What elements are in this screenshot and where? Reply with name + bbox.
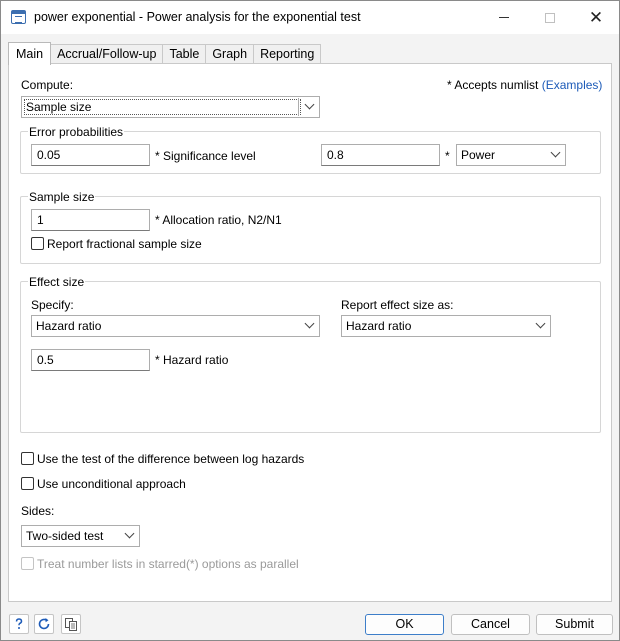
report-effect-size-select[interactable]: Hazard ratio <box>341 315 551 337</box>
fractional-sample-size-checkbox[interactable] <box>31 237 44 250</box>
log-hazards-checkbox[interactable] <box>21 452 34 465</box>
tab-bar: Main Accrual/Follow-up Table Graph Repor… <box>8 42 322 65</box>
effect-size-title: Effect size <box>28 275 86 289</box>
main-panel: Compute: * Accepts numlist (Examples) Sa… <box>8 63 612 602</box>
unconditional-approach-checkbox[interactable] <box>21 477 34 490</box>
sides-label: Sides: <box>21 504 55 518</box>
help-icon <box>15 618 23 629</box>
significance-level-input[interactable]: 0.05 <box>31 144 150 166</box>
window-title: power exponential - Power analysis for t… <box>34 10 361 24</box>
minimize-icon <box>499 17 509 18</box>
ok-button[interactable]: OK <box>365 614 444 635</box>
copy-button[interactable] <box>61 614 81 634</box>
chevron-down-icon <box>124 528 135 539</box>
examples-link[interactable]: (Examples) <box>542 78 603 92</box>
specify-select[interactable]: Hazard ratio <box>31 315 320 337</box>
submit-button[interactable]: Submit <box>536 614 613 635</box>
compute-select[interactable]: Sample size <box>21 96 320 118</box>
power-type-value: Power <box>461 148 496 162</box>
help-button[interactable] <box>9 614 29 634</box>
copy-icon <box>65 618 77 631</box>
sides-select-value: Two-sided test <box>26 529 104 543</box>
chevron-down-icon <box>304 99 315 110</box>
close-icon: ✕ <box>588 8 604 27</box>
compute-label: Compute: <box>21 78 74 92</box>
dialog-window: power exponential - Power analysis for t… <box>0 0 620 641</box>
power-input[interactable]: 0.8 <box>321 144 440 166</box>
allocation-ratio-input[interactable]: 1 <box>31 209 150 231</box>
compute-select-value: Sample size <box>24 99 301 115</box>
chevron-down-icon <box>535 318 546 329</box>
numlist-note-text: * Accepts numlist <box>447 78 539 92</box>
parallel-label: Treat number lists in starred(*) options… <box>37 557 299 571</box>
specify-label: Specify: <box>31 298 74 312</box>
significance-level-label: * Significance level <box>155 149 256 163</box>
chevron-down-icon <box>304 318 315 329</box>
chevron-down-icon <box>550 147 561 158</box>
power-star: * <box>445 149 450 163</box>
fractional-sample-size-label: Report fractional sample size <box>47 237 202 251</box>
specify-select-value: Hazard ratio <box>36 319 102 333</box>
reset-icon <box>38 618 50 630</box>
sample-size-title: Sample size <box>28 190 96 204</box>
allocation-ratio-label: * Allocation ratio, N2/N1 <box>155 213 282 227</box>
hazard-ratio-label: * Hazard ratio <box>155 353 229 367</box>
app-icon <box>11 10 26 24</box>
title-bar: power exponential - Power analysis for t… <box>1 1 619 34</box>
numlist-note: * Accepts numlist (Examples) <box>447 78 602 92</box>
select-divider <box>298 98 299 116</box>
cancel-button[interactable]: Cancel <box>451 614 530 635</box>
log-hazards-label: Use the test of the difference between l… <box>37 452 305 466</box>
minimize-button[interactable] <box>481 1 527 34</box>
tab-main[interactable]: Main <box>8 42 52 65</box>
tab-accrual-follow-up[interactable]: Accrual/Follow-up <box>50 44 164 64</box>
unconditional-approach-label: Use unconditional approach <box>37 477 186 491</box>
close-button[interactable]: ✕ <box>573 1 619 34</box>
tab-reporting[interactable]: Reporting <box>253 44 322 64</box>
tab-graph[interactable]: Graph <box>205 44 255 64</box>
reset-button[interactable] <box>34 614 54 634</box>
report-effect-size-value: Hazard ratio <box>346 319 412 333</box>
parallel-checkbox <box>21 557 34 570</box>
power-type-select[interactable]: Power <box>456 144 566 166</box>
error-probabilities-title: Error probabilities <box>28 125 125 139</box>
tab-table[interactable]: Table <box>162 44 207 64</box>
maximize-icon <box>545 12 555 23</box>
report-effect-size-label: Report effect size as: <box>341 298 454 312</box>
hazard-ratio-input[interactable]: 0.5 <box>31 349 150 371</box>
maximize-button <box>527 1 573 34</box>
sides-select[interactable]: Two-sided test <box>21 525 140 547</box>
